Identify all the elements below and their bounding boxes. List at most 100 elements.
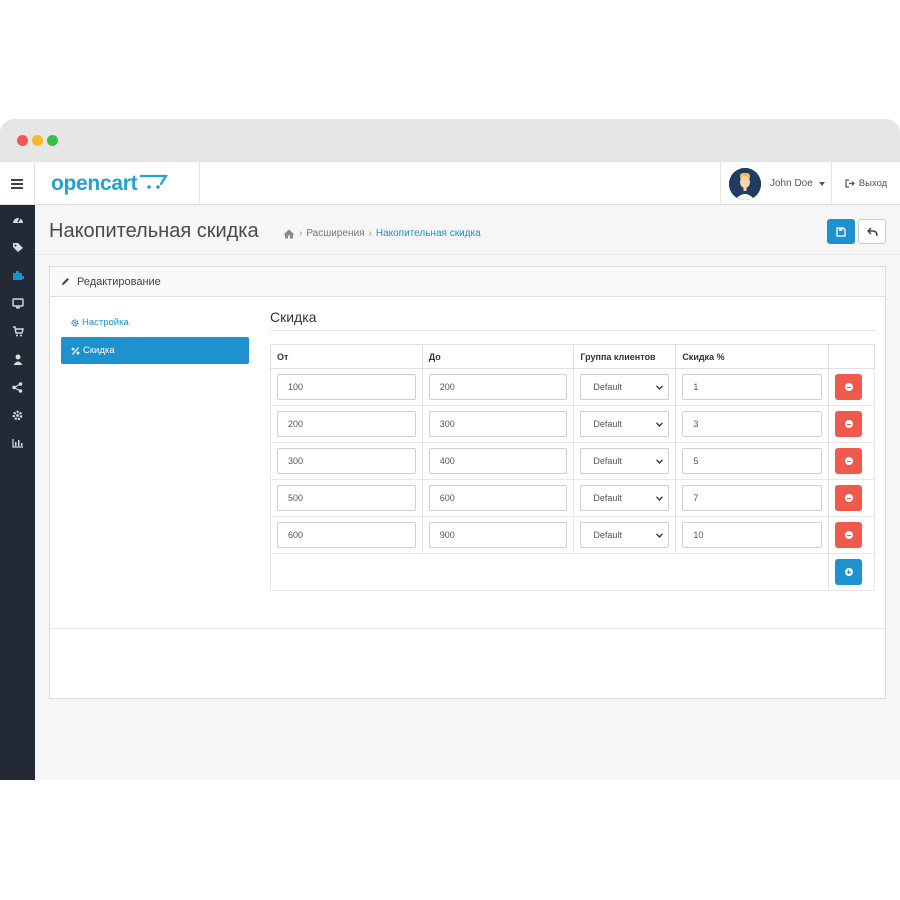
user-name: John Doe [770,178,813,189]
tab-settings[interactable]: Настройка [61,309,249,336]
remove-row-button[interactable] [835,411,862,437]
customer-group-select[interactable]: Default [580,485,670,511]
user-icon[interactable] [0,351,35,367]
from-input[interactable]: 200 [277,411,416,437]
share-icon[interactable] [0,379,35,395]
dashboard-icon[interactable] [0,211,35,227]
minus-circle-icon [844,383,853,391]
table-row: 200 300 Default 3 [270,405,875,443]
to-input[interactable]: 400 [428,448,568,474]
column-header-to: До [421,344,575,369]
maximize-window-dot[interactable] [47,135,58,146]
page-title: Накопительная скидка [49,220,259,242]
column-header-actions [828,344,875,369]
tab-discount-label: Скидка [83,345,115,356]
from-input[interactable]: 100 [277,374,416,400]
breadcrumb: › Расширения › Накопительная скидка [283,228,481,239]
table-row: 600 900 Default 10 [270,516,875,554]
chevron-down-icon [656,495,664,501]
cog-icon[interactable] [0,407,35,423]
desktop-icon[interactable] [0,295,35,311]
logo-cart-icon [140,174,169,189]
back-button[interactable] [858,219,886,244]
reply-icon [866,226,878,236]
discount-input[interactable]: 5 [682,448,822,474]
table-header-row: От До Группа клиентов Скидка % [270,344,875,369]
logo[interactable]: opencart [35,162,200,205]
browser-window: opencart John Doe Выход Накопительная ск… [0,119,900,780]
chevron-down-icon [656,421,664,427]
to-input[interactable]: 200 [428,374,568,400]
tab-discount[interactable]: Скидка [61,337,249,364]
plus-circle-icon [844,568,853,576]
customer-group-value: Default [593,530,622,540]
discount-input[interactable]: 3 [682,411,822,437]
remove-row-button[interactable] [835,374,862,400]
discount-input[interactable]: 7 [682,485,822,511]
from-input[interactable]: 300 [277,448,416,474]
remove-row-button[interactable] [835,522,862,548]
minus-circle-icon [844,531,853,539]
to-input[interactable]: 900 [428,522,568,548]
close-window-dot[interactable] [17,135,28,146]
panel-divider [50,628,885,629]
discount-input[interactable]: 10 [682,522,822,548]
edit-panel: Редактирование Настройка Скидка Скидка О… [49,266,886,699]
chevron-down-icon [656,532,664,538]
from-input[interactable]: 500 [277,485,416,511]
customer-group-select[interactable]: Default [580,522,670,548]
customer-group-select[interactable]: Default [580,374,670,400]
home-icon[interactable] [283,229,295,239]
panel-heading: Редактирование [50,267,885,297]
table-row: 100 200 Default 1 [270,368,875,406]
to-input[interactable]: 600 [428,485,568,511]
page-header-divider [35,254,900,255]
column-header-discount: Скидка % [675,344,829,369]
save-button[interactable] [827,219,855,244]
user-menu[interactable]: John Doe [720,162,832,205]
panel-heading-title: Редактирование [77,275,161,288]
breadcrumb-separator: › [368,228,372,239]
remove-row-button[interactable] [835,485,862,511]
breadcrumb-item-current[interactable]: Накопительная скидка [376,228,481,239]
bar-chart-icon[interactable] [0,435,35,451]
table-row: 500 600 Default 7 [270,479,875,517]
logo-text: opencart [51,171,138,195]
customer-group-value: Default [593,456,622,466]
hamburger-icon [11,178,23,189]
chevron-down-icon [656,384,664,390]
column-header-group: Группа клиентов [573,344,677,369]
minus-circle-icon [844,420,853,428]
minus-circle-icon [844,457,853,465]
browser-titlebar [0,119,900,162]
floppy-icon [836,226,846,237]
add-row-button[interactable] [835,559,862,585]
discount-input[interactable]: 1 [682,374,822,400]
avatar [729,167,761,200]
breadcrumb-item[interactable]: Расширения [306,228,364,239]
tab-settings-label: Настройка [82,317,129,328]
minimize-window-dot[interactable] [32,135,43,146]
customer-group-value: Default [593,493,622,503]
section-divider [270,330,875,331]
sidebar [0,205,35,780]
discount-table: От До Группа клиентов Скидка % 100 200 D… [270,344,875,591]
customer-group-value: Default [593,419,622,429]
logout-button[interactable]: Выход [832,162,900,205]
menu-toggle-button[interactable] [0,162,35,205]
remove-row-button[interactable] [835,448,862,474]
tags-icon[interactable] [0,239,35,255]
app-header: opencart John Doe Выход [0,162,900,205]
to-input[interactable]: 300 [428,411,568,437]
puzzle-icon[interactable] [0,267,35,283]
chevron-down-icon [656,458,664,464]
from-input[interactable]: 600 [277,522,416,548]
table-row: 300 400 Default 5 [270,442,875,480]
customer-group-select[interactable]: Default [580,448,670,474]
cart-icon[interactable] [0,323,35,339]
customer-group-select[interactable]: Default [580,411,670,437]
pencil-icon [62,278,69,285]
vertical-tabs: Настройка Скидка [61,309,249,365]
breadcrumb-separator: › [299,228,303,239]
section-title: Скидка [270,309,317,325]
